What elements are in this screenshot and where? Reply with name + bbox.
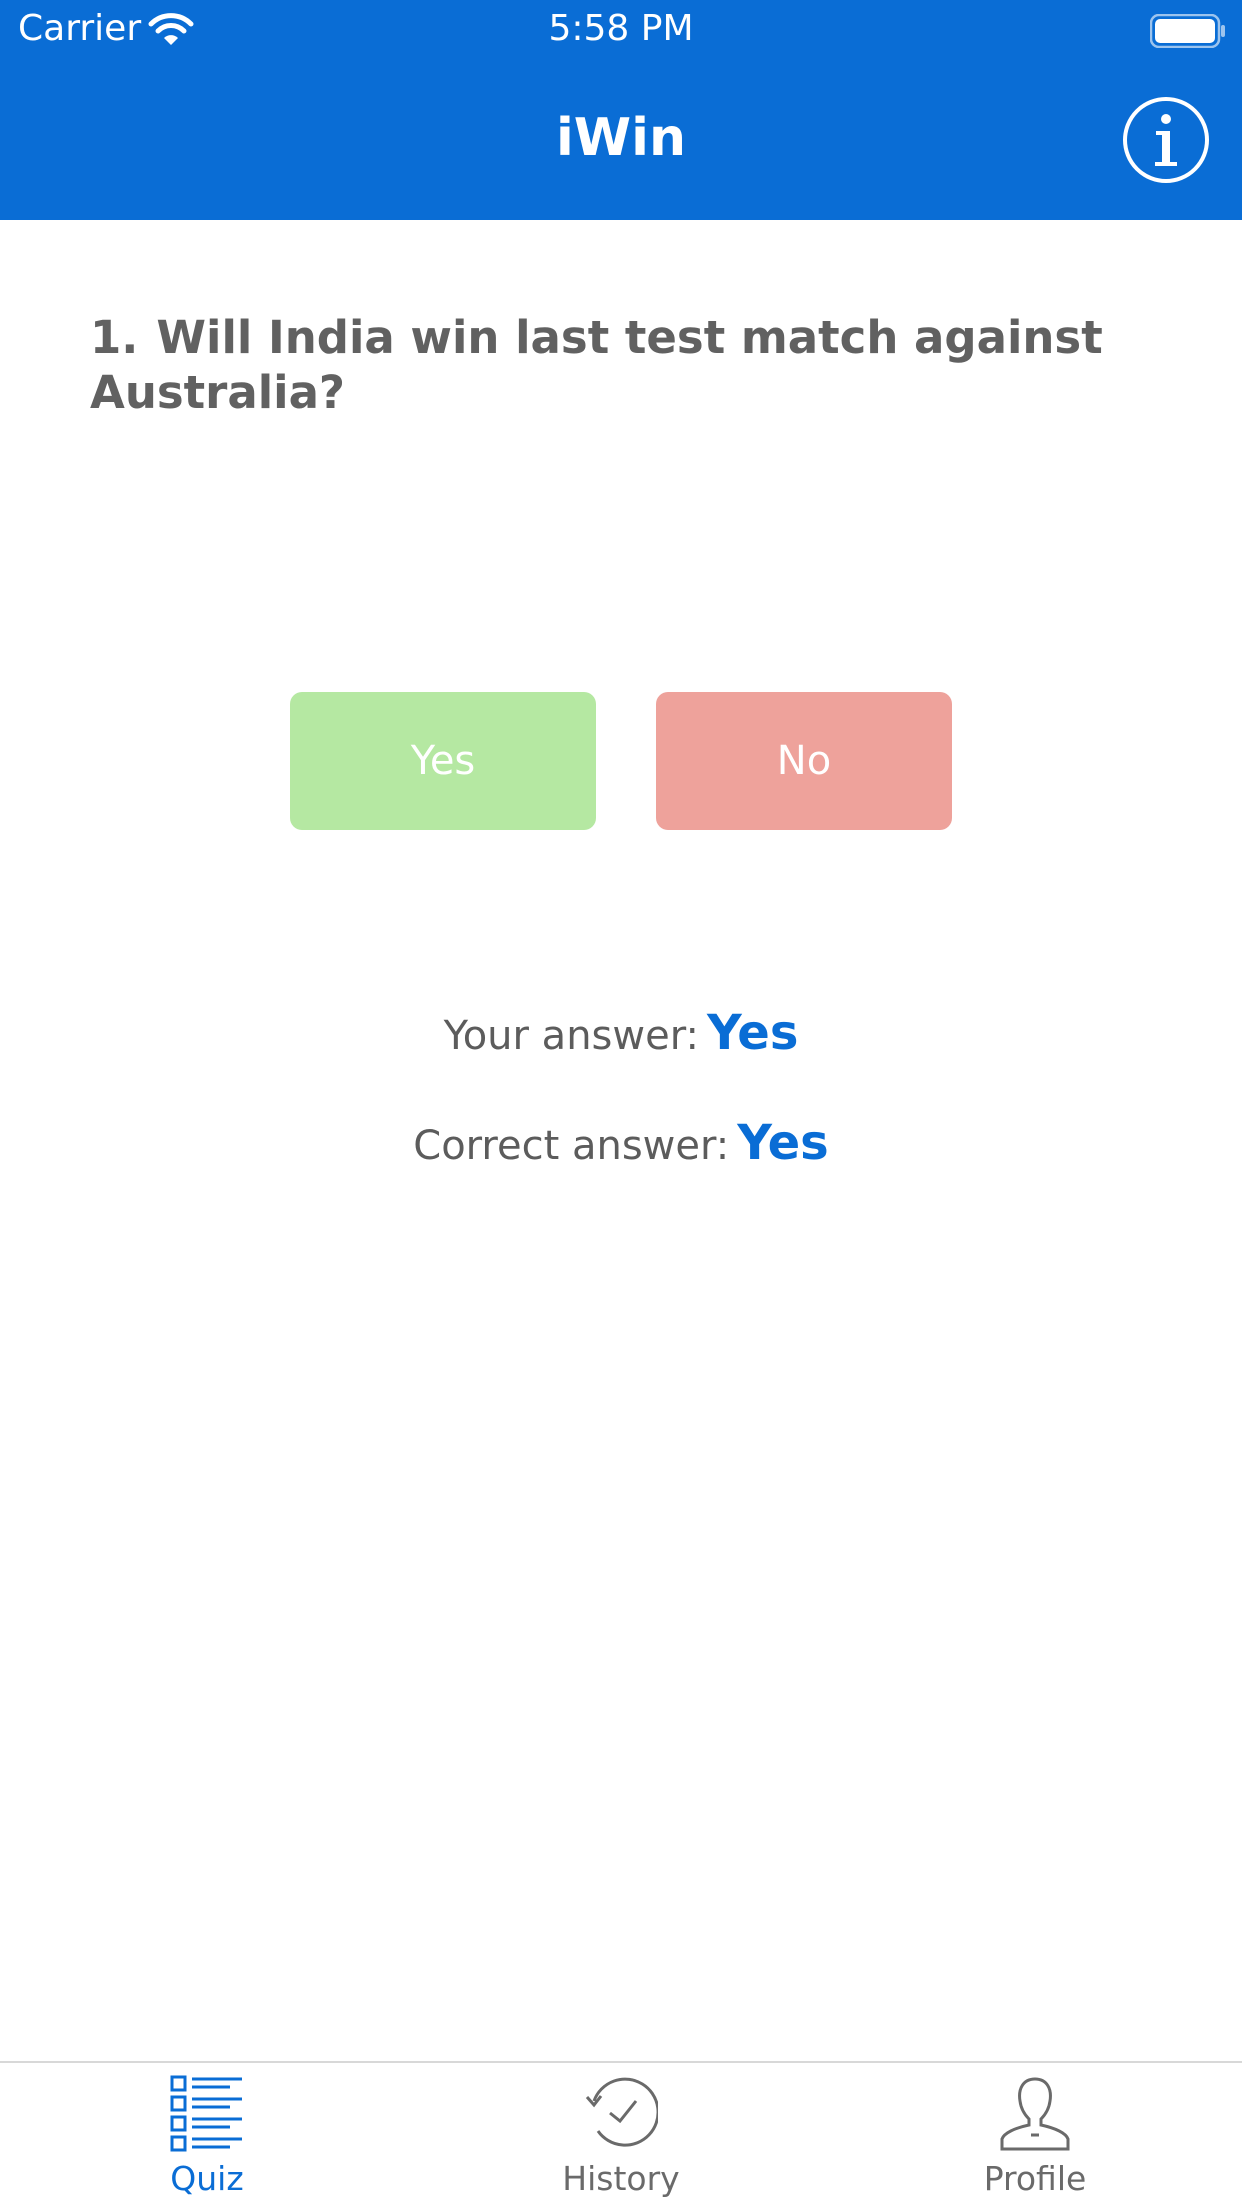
tab-profile-label: Profile xyxy=(983,2159,1087,2198)
tab-bar: Quiz History Profile xyxy=(0,2061,1242,2210)
tab-quiz-label: Quiz xyxy=(170,2159,244,2198)
info-icon[interactable] xyxy=(1122,96,1210,184)
app-header: Carrier 5:58 PM iWin xyxy=(0,0,1242,220)
question-number: 1. xyxy=(90,311,139,364)
status-time: 5:58 PM xyxy=(548,8,694,49)
no-button[interactable]: No xyxy=(656,692,952,830)
correct-answer-value: Yes xyxy=(737,1115,829,1171)
quiz-list-icon xyxy=(170,2075,242,2152)
profile-person-icon xyxy=(1000,2077,1070,2151)
yes-button[interactable]: Yes xyxy=(290,692,596,830)
your-answer-row: Your answer: Yes xyxy=(0,1005,1242,1061)
correct-answer-row: Correct answer: Yes xyxy=(0,1115,1242,1171)
history-clock-icon xyxy=(585,2077,658,2147)
your-answer-value: Yes xyxy=(706,1005,799,1061)
page-title: iWin xyxy=(555,108,687,168)
question-body: Will India win last test match against A… xyxy=(90,311,1103,419)
correct-answer-label: Correct answer: xyxy=(413,1123,730,1169)
question-text: 1. Will India win last test match against… xyxy=(90,310,1150,420)
tab-history[interactable]: History xyxy=(414,2063,828,2210)
tab-profile[interactable]: Profile xyxy=(828,2063,1242,2210)
tab-quiz[interactable]: Quiz xyxy=(0,2063,414,2210)
status-bar: Carrier 5:58 PM xyxy=(0,0,1242,62)
your-answer-label: Your answer: xyxy=(443,1013,699,1059)
tab-history-label: History xyxy=(562,2159,680,2198)
battery-icon xyxy=(1150,14,1225,48)
